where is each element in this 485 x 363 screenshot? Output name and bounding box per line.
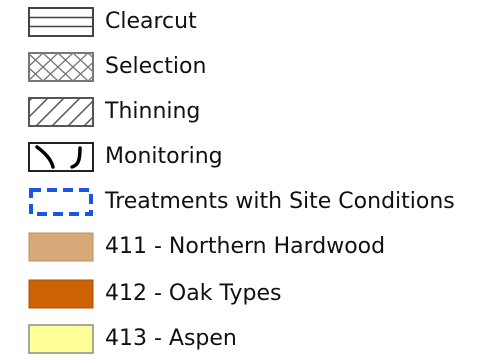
- legend-label-selection: Selection: [105, 54, 207, 79]
- legend-item-thinning: Thinning: [0, 95, 485, 135]
- legend-label-clearcut: Clearcut: [105, 9, 197, 34]
- legend-item-412-oak-types: 412 - Oak Types: [0, 277, 485, 317]
- legend-item-treatments-site-conditions: Treatments with Site Conditions: [0, 185, 485, 225]
- brackets-swatch: [28, 142, 94, 172]
- legend-label-monitoring: Monitoring: [105, 144, 223, 169]
- horizontal-lines-swatch: [28, 7, 94, 37]
- aspen-fill-swatch: [28, 324, 94, 354]
- legend-item-411-northern-hardwood: 411 - Northern Hardwood: [0, 230, 485, 270]
- legend-item-413-aspen: 413 - Aspen: [0, 322, 485, 362]
- legend-item-monitoring: Monitoring: [0, 140, 485, 180]
- legend-label-411: 411 - Northern Hardwood: [105, 234, 386, 259]
- dashed-outline-swatch: [29, 188, 93, 216]
- northern-hardwood-fill-swatch: [28, 232, 94, 262]
- legend-label-412: 412 - Oak Types: [105, 281, 282, 306]
- oak-types-fill-swatch: [28, 279, 94, 309]
- legend-item-selection: Selection: [0, 50, 485, 90]
- diagonal-hatch-swatch: [28, 97, 94, 127]
- legend-item-clearcut: Clearcut: [0, 5, 485, 45]
- legend-label-413: 413 - Aspen: [105, 326, 237, 351]
- legend-label-treatments-site-conditions: Treatments with Site Conditions: [105, 189, 455, 214]
- legend-label-thinning: Thinning: [105, 99, 201, 124]
- map-legend: Clearcut Selection Thinning Monitoring T…: [0, 0, 485, 363]
- crosshatch-swatch: [28, 52, 94, 82]
